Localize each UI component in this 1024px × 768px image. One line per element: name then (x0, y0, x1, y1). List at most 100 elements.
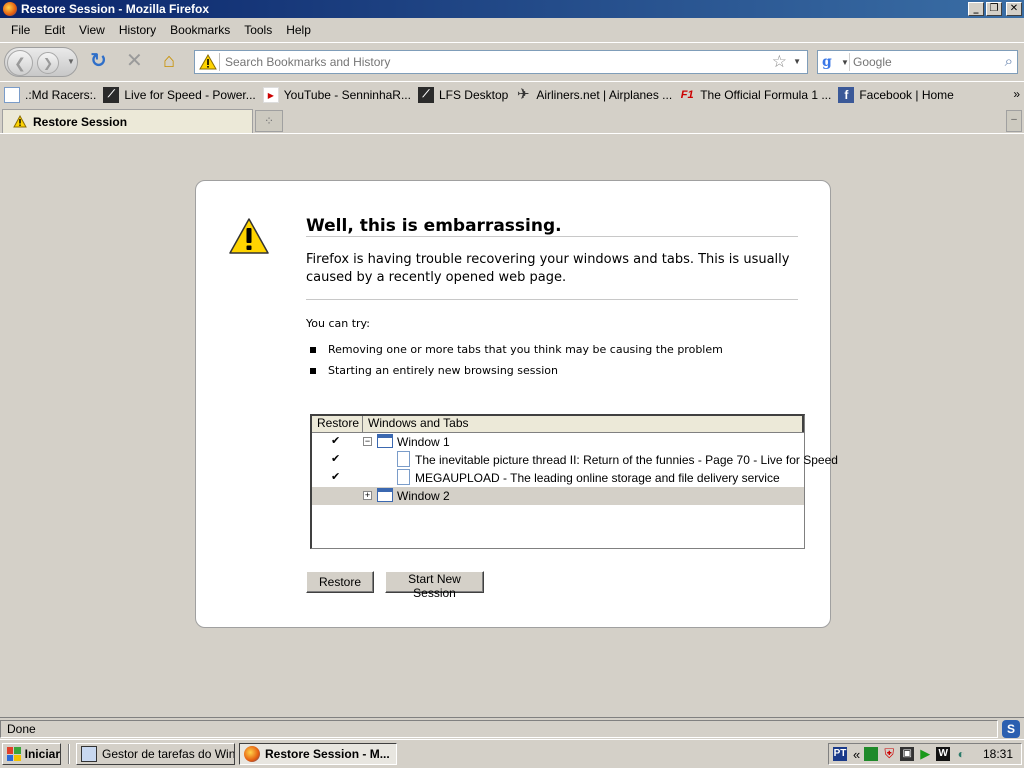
start-new-session-button[interactable]: Start New Session (385, 571, 484, 600)
stop-icon[interactable]: ✕ (126, 51, 143, 71)
search-engine-selector[interactable]: g ▼ (820, 53, 850, 71)
warning-icon (229, 218, 269, 254)
menu-help[interactable]: Help (279, 23, 318, 37)
new-tab-button[interactable]: ⁘ (255, 110, 283, 132)
column-header-restore[interactable]: Restore (312, 416, 363, 432)
tree-row[interactable]: ✔ MEGAUPLOAD - The leading online storag… (312, 469, 804, 487)
facebook-icon: f (838, 86, 855, 103)
restore-checkbox[interactable]: ✔ (331, 452, 340, 465)
bookmark-live-for-speed[interactable]: ⟋ Live for Speed - Power... (103, 86, 256, 103)
warning-icon (13, 115, 27, 128)
search-bar[interactable]: g ▼ ⌕ (817, 50, 1018, 74)
status-bar: Done S (0, 717, 1024, 739)
firefox-icon (244, 746, 260, 762)
collapse-icon[interactable]: − (363, 437, 372, 446)
home-icon[interactable]: ⌂ (163, 51, 175, 71)
tree-row-label: Window 1 (397, 435, 450, 449)
tree-row[interactable]: ✔ The inevitable picture thread II: Retu… (312, 451, 838, 469)
column-header-windows[interactable]: Windows and Tabs (363, 416, 804, 432)
bookmarks-overflow-icon[interactable]: » (1013, 87, 1020, 101)
reload-icon[interactable]: ↻ (90, 51, 107, 71)
shield-icon[interactable]: ⛨ (882, 747, 896, 761)
lfs-icon: ⟋ (103, 86, 120, 103)
page-icon (397, 469, 410, 485)
bookmark-md-racers[interactable]: .:Md Racers:. (4, 86, 96, 103)
clock: 18:31 (982, 747, 1013, 761)
url-bar[interactable]: ☆ ▼ (194, 50, 808, 74)
restore-checkbox[interactable]: ✔ (331, 434, 340, 447)
tray-expand-icon[interactable]: « (853, 747, 860, 762)
menu-file[interactable]: File (4, 23, 37, 37)
google-icon: g (822, 54, 832, 70)
tree-row-label: MEGAUPLOAD - The leading online storage … (415, 471, 780, 485)
bookmark-facebook[interactable]: f Facebook | Home (838, 86, 954, 103)
page-title: Well, this is embarrassing. (306, 216, 562, 236)
divider (306, 236, 798, 237)
tree-header: Restore Windows and Tabs (312, 416, 804, 433)
history-dropdown-icon[interactable]: ▼ (67, 57, 75, 66)
back-forward-group: ❮ ❯ ▼ (4, 47, 78, 77)
restore-checkbox[interactable]: ✔ (331, 470, 340, 483)
title-bar[interactable]: Restore Session - Mozilla Firefox _ ❐ ✕ (0, 0, 1024, 18)
bookmark-lfs-desktop[interactable]: ⟋ LFS Desktop (417, 86, 508, 103)
winamp-icon[interactable]: W (936, 747, 951, 761)
tree-row[interactable]: ✔ − Window 1 (312, 433, 804, 451)
suggestion-list: Removing one or more tabs that you think… (306, 343, 723, 385)
system-tray: PT « ⛨ ▣ ▶ W ◐ 18:31 (828, 743, 1022, 765)
list-item: Starting an entirely new browsing sessio… (306, 364, 723, 385)
network-icon[interactable] (864, 747, 879, 761)
tree-row[interactable]: + Window 2 (312, 487, 804, 505)
session-tree[interactable]: Restore Windows and Tabs ✔ − Window 1 ✔ … (310, 414, 838, 549)
bookmark-star-icon[interactable]: ☆ (772, 52, 787, 72)
app-tray-icon[interactable]: ▣ (900, 747, 915, 761)
bookmark-formula-1[interactable]: F1 The Official Formula 1 ... (679, 87, 832, 103)
url-input[interactable] (225, 54, 765, 70)
status-text: Done (0, 720, 998, 738)
menu-view[interactable]: View (72, 23, 112, 37)
navigation-toolbar: ❮ ❯ ▼ ↻ ✕ ⌂ ☆ ▼ g ▼ ⌕ (0, 42, 1024, 80)
close-window-button[interactable]: ✕ (1006, 2, 1022, 16)
firefox-icon (3, 2, 17, 16)
bookmark-youtube[interactable]: ▶ YouTube - SenninhaR... (262, 86, 411, 103)
search-input[interactable] (853, 54, 993, 70)
taskbar-item-task-manager[interactable]: Gestor de tarefas do Win... (76, 743, 235, 765)
divider (306, 299, 798, 300)
url-dropdown-icon[interactable]: ▼ (793, 57, 801, 66)
restore-button[interactable]: Restore (306, 571, 374, 593)
minimize-button[interactable]: _ (968, 2, 984, 16)
f1-icon: F1 (680, 88, 694, 101)
page-icon (397, 451, 410, 467)
menu-history[interactable]: History (112, 23, 163, 37)
play-icon[interactable]: ▶ (918, 747, 932, 761)
page-icon (4, 86, 20, 103)
bookmark-airliners[interactable]: ✈ Airliners.net | Airplanes ... (515, 86, 672, 103)
window-icon (377, 488, 393, 502)
tab-restore-session[interactable]: Restore Session (2, 109, 253, 133)
menu-bar: File Edit View History Bookmarks Tools H… (0, 18, 1024, 42)
list-all-tabs-button[interactable]: – (1006, 110, 1022, 132)
menu-bookmarks[interactable]: Bookmarks (163, 23, 237, 37)
error-page-container: Well, this is embarrassing. Firefox is h… (195, 180, 838, 628)
start-button[interactable]: Iniciar (2, 743, 61, 765)
restore-window-button[interactable]: ❐ (986, 2, 1002, 16)
addon-s-icon[interactable]: S (1002, 720, 1020, 738)
list-item: Removing one or more tabs that you think… (306, 343, 723, 364)
language-icon[interactable]: PT (833, 747, 847, 761)
window-icon (377, 434, 393, 448)
tree-row-label: Window 2 (397, 489, 450, 503)
forward-button[interactable]: ❯ (37, 52, 59, 74)
youtube-icon: ▶ (262, 86, 279, 103)
windows-logo-icon (7, 747, 21, 761)
taskbar-item-firefox[interactable]: Restore Session - M... (239, 743, 397, 765)
menu-tools[interactable]: Tools (237, 23, 279, 37)
tab-strip: Restore Session ⁘ – (0, 108, 1024, 134)
tray-misc-icon[interactable]: ◐ (954, 747, 968, 761)
back-button[interactable]: ❮ (7, 50, 33, 76)
bookmarks-toolbar: .:Md Racers:. ⟋ Live for Speed - Power..… (0, 81, 1024, 107)
menu-edit[interactable]: Edit (37, 23, 72, 37)
taskbar: Iniciar Gestor de tarefas do Win... Rest… (0, 739, 1024, 768)
search-icon[interactable]: ⌕ (1005, 53, 1013, 70)
error-description: Firefox is having trouble recovering you… (306, 252, 790, 285)
try-label: You can try: (306, 317, 370, 330)
expand-icon[interactable]: + (363, 491, 372, 500)
